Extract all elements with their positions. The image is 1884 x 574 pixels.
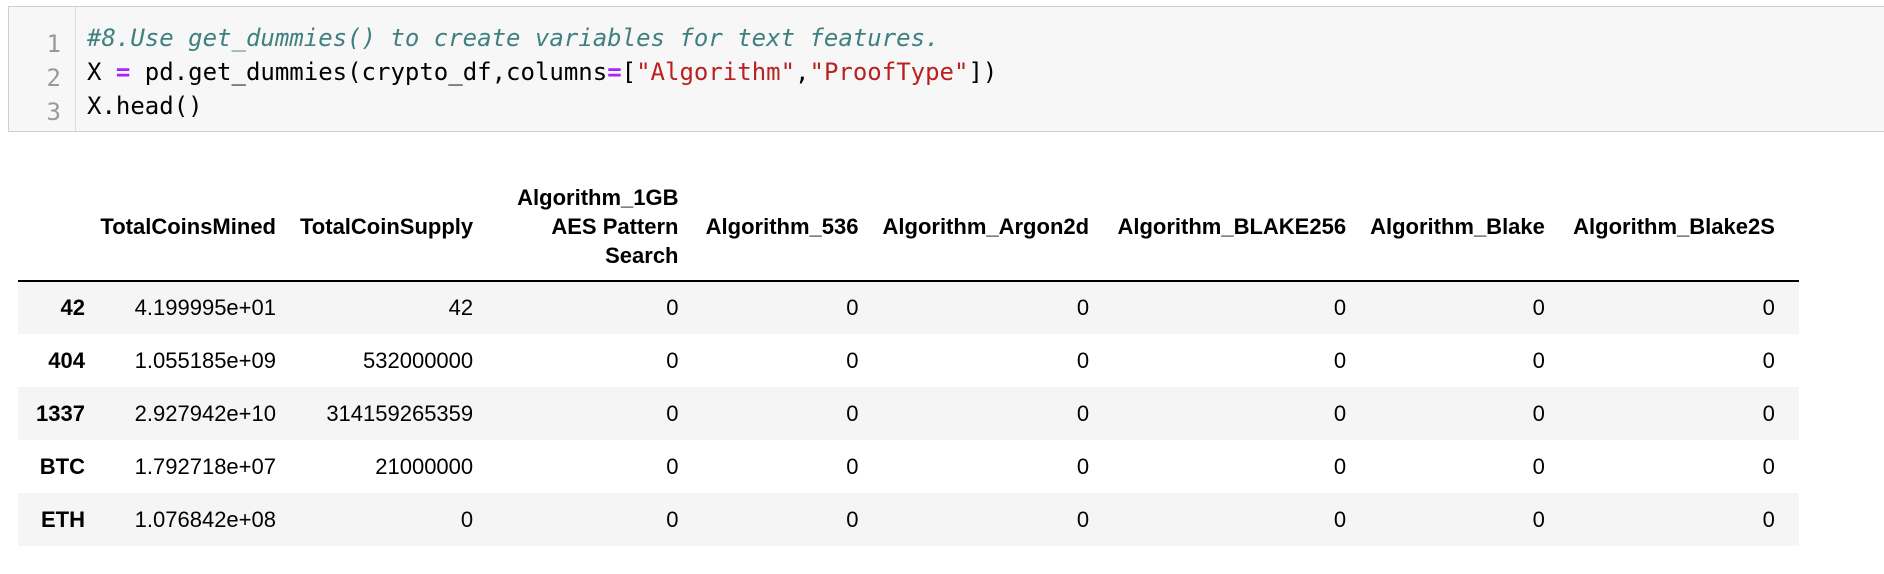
row-index: BTC (39, 453, 85, 479)
table-cell: 1.076842e+08 (134, 506, 276, 532)
table-cell: 1.055185e+09 (134, 347, 276, 373)
table-row: 1337 2.927942e+10 314159265359 0 0 0 0 0… (18, 387, 1799, 440)
table-row: BTC 1.792718e+07 21000000 0 0 0 0 0 0 (18, 440, 1799, 493)
table-header-row: TotalCoinsMined TotalCoinSupply Algorith… (18, 172, 1799, 282)
table-cell: 0 (1333, 453, 1347, 479)
row-index: 1337 (36, 400, 85, 426)
code-string: "ProofType" (809, 58, 969, 86)
code-string: "Algorithm" (636, 58, 796, 86)
code-operator: = (607, 58, 622, 86)
table-cell: 0 (1333, 400, 1347, 426)
table-cell: 0 (1762, 347, 1775, 373)
table-cell: 314159265359 (326, 400, 474, 426)
table-cell: 0 (1762, 295, 1775, 320)
table-cell: 532000000 (363, 347, 474, 373)
code-call: pd.get_dummies(crypto_df,columns (130, 58, 608, 86)
code-bracket: [ (621, 58, 637, 86)
table-cell: 0 (666, 400, 679, 426)
table-cell: 4.199995e+01 (134, 295, 276, 320)
table-cell: 0 (1532, 347, 1545, 373)
table-cell: 0 (1532, 506, 1545, 532)
column-header: Algorithm_536 (702, 172, 883, 282)
table-cell: 0 (1532, 295, 1545, 320)
column-header: TotalCoinSupply (300, 172, 498, 282)
dataframe-table: TotalCoinsMined TotalCoinSupply Algorith… (18, 172, 1799, 546)
table-cell: 21000000 (375, 453, 474, 479)
table-cell: 2.927942e+10 (134, 400, 276, 426)
code-line-2[interactable]: X = pd.get_dummies(crypto_df,columns=["A… (87, 55, 997, 89)
table-row: 42 4.199995e+01 42 0 0 0 0 0 0 (18, 281, 1799, 334)
code-operator: = (115, 58, 131, 86)
column-header: Algorithm_BLAKE256 (1113, 172, 1371, 282)
table-cell: 0 (1333, 347, 1347, 373)
row-index: ETH (41, 506, 85, 532)
table-cell: 0 (1762, 400, 1775, 426)
table-cell: 0 (846, 400, 859, 426)
table-row: 404 1.055185e+09 532000000 0 0 0 0 0 0 (18, 334, 1799, 387)
code-line-3[interactable]: X.head() (87, 89, 203, 123)
table-cell: 0 (1076, 506, 1090, 532)
output-area: TotalCoinsMined TotalCoinSupply Algorith… (18, 172, 1884, 546)
table-cell: 0 (846, 506, 859, 532)
table-cell: 0 (666, 453, 679, 479)
code-call: X.head() (87, 92, 203, 120)
table-cell: 0 (1076, 400, 1090, 426)
code-cell[interactable]: 1 2 3 #8.Use get_dummies() to create var… (8, 6, 1884, 132)
code-line-1[interactable]: #8.Use get_dummies() to create variables… (87, 21, 940, 55)
table-cell: 0 (1532, 400, 1545, 426)
line-number: 2 (46, 64, 61, 92)
table-cell: 0 (1333, 295, 1347, 320)
table-cell: 0 (1076, 453, 1090, 479)
table-cell: 0 (846, 347, 859, 373)
column-header: Algorithm_Argon2d (882, 172, 1114, 282)
column-header: TotalCoinsMined (85, 172, 300, 282)
table-cell: 0 (846, 295, 859, 320)
table-cell: 1.792718e+07 (134, 453, 276, 479)
column-header: Algorithm_1GB AES Pattern Search (497, 172, 703, 282)
line-number: 1 (46, 30, 61, 58)
table-cell: 0 (1333, 506, 1347, 532)
table-cell: 0 (846, 453, 859, 479)
table-cell: 0 (460, 506, 474, 532)
row-index: 404 (48, 347, 85, 373)
table-cell: 42 (448, 295, 474, 320)
table-cell: 0 (666, 347, 679, 373)
code-comma: , (795, 58, 810, 86)
table-row: ETH 1.076842e+08 0 0 0 0 0 0 0 (18, 493, 1799, 546)
code-bracket: ]) (968, 58, 998, 86)
row-index: 42 (60, 295, 85, 320)
code-variable: X (87, 58, 116, 86)
table-cell: 0 (666, 506, 679, 532)
line-number-gutter: 1 2 3 (9, 7, 76, 131)
table-cell: 0 (1762, 506, 1775, 532)
code-comment: #8.Use get_dummies() to create variables… (87, 24, 940, 52)
table-cell: 0 (666, 295, 679, 320)
table-cell: 0 (1532, 453, 1545, 479)
table-cell: 0 (1076, 347, 1090, 373)
line-number: 3 (46, 98, 61, 126)
table-cell: 0 (1076, 295, 1090, 320)
table-cell: 0 (1762, 453, 1775, 479)
column-header: Algorithm_Blake (1370, 172, 1569, 282)
column-header: Algorithm_Blake2S (1568, 172, 1799, 282)
index-header (18, 172, 85, 282)
